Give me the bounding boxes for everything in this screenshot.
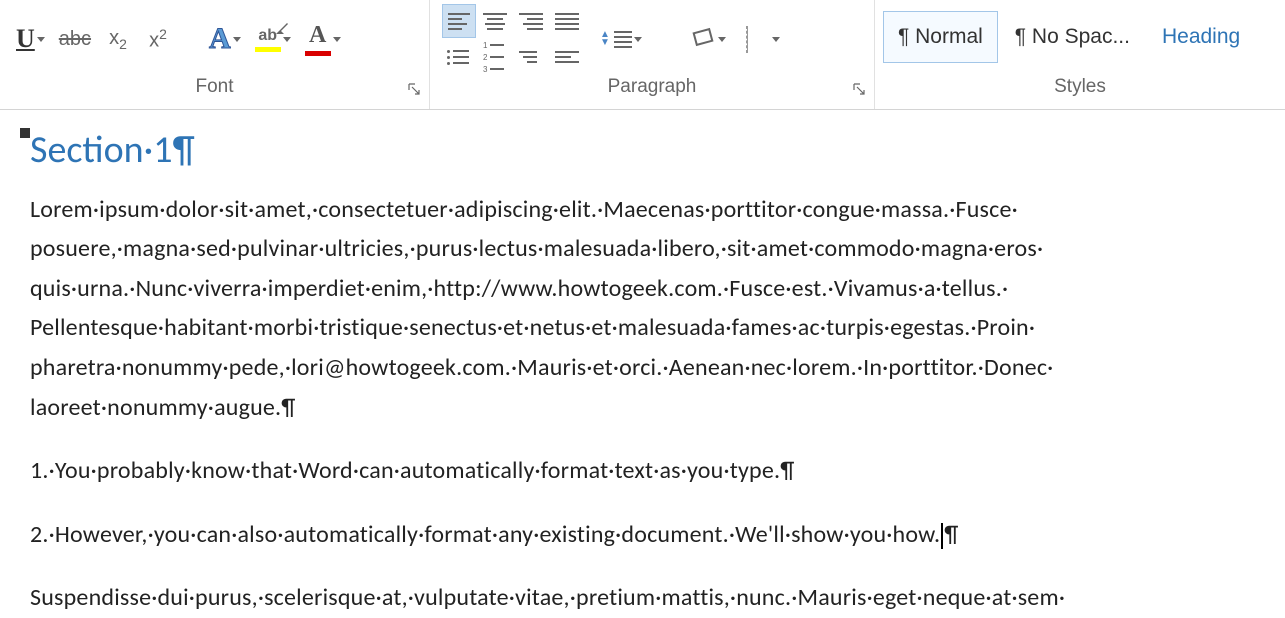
font-color-icon: A: [305, 22, 331, 56]
text-effects-icon: A: [209, 22, 231, 56]
chevron-down-icon: [333, 37, 341, 42]
style-normal[interactable]: ¶ Normal: [883, 11, 998, 63]
align-justify-button[interactable]: [550, 4, 584, 38]
underline-icon: U: [16, 24, 35, 54]
subscript-button[interactable]: x2: [101, 22, 135, 56]
group-label-font: Font: [0, 72, 429, 106]
chevron-down-icon: [634, 37, 642, 42]
paragraph-body-1[interactable]: Lorem·ipsum·dolor·sit·amet,·consectetuer…: [30, 190, 1275, 428]
chevron-down-icon: [37, 37, 45, 42]
highlight-button[interactable]: ab: [251, 22, 295, 56]
underline-button[interactable]: U: [12, 22, 49, 56]
style-heading-1[interactable]: Heading: [1147, 11, 1255, 63]
strikethrough-icon: abc: [59, 28, 91, 51]
shading-icon: [692, 28, 716, 50]
style-no-spacing[interactable]: ¶ No Spac...: [1000, 11, 1145, 63]
ribbon-group-font: U abc x2 x2 A ab: [0, 0, 430, 109]
font-dialog-launcher[interactable]: [405, 82, 423, 100]
align-left-button[interactable]: [442, 4, 476, 38]
paragraph-body-2[interactable]: Suspendisse·dui·purus,·scelerisque·at,·v…: [30, 578, 1275, 618]
shading-button[interactable]: [688, 22, 730, 56]
ribbon-group-paragraph: 1 2 3 ▲▼: [430, 0, 875, 109]
line-spacing-icon: ▲▼: [600, 31, 632, 48]
align-center-button[interactable]: [478, 4, 512, 38]
document-area[interactable]: Section·1¶ Lorem·ipsum·dolor·sit·amet,·c…: [0, 110, 1285, 618]
bullets-button[interactable]: [442, 40, 476, 74]
group-label-styles: Styles: [875, 72, 1285, 106]
heading-section-1[interactable]: Section·1¶: [30, 128, 1275, 174]
line-spacing-button[interactable]: ▲▼: [596, 22, 646, 56]
paragraph-list-2[interactable]: 2.·However,·you·can·also·automatically·f…: [30, 515, 1275, 555]
decrease-indent-button[interactable]: [550, 40, 584, 74]
highlight-icon: ab: [255, 27, 281, 52]
superscript-button[interactable]: x2: [141, 22, 175, 56]
multilevel-list-button[interactable]: [514, 40, 548, 74]
align-right-button[interactable]: [514, 4, 548, 38]
anchor-icon: [20, 128, 30, 138]
align-grid: 1 2 3: [442, 4, 584, 74]
ribbon: U abc x2 x2 A ab: [0, 0, 1285, 110]
paragraph-dialog-launcher[interactable]: [850, 82, 868, 100]
strikethrough-button[interactable]: abc: [55, 22, 95, 56]
chevron-down-icon: [283, 37, 291, 42]
superscript-icon: x2: [149, 26, 167, 53]
subscript-icon: x2: [109, 27, 127, 52]
group-label-paragraph: Paragraph: [430, 72, 874, 106]
text-cursor: [941, 523, 943, 549]
borders-icon: [746, 27, 770, 51]
chevron-down-icon: [772, 37, 780, 42]
paragraph-list-1[interactable]: 1.·You·probably·know·that·Word·can·autom…: [30, 451, 1275, 491]
text-effects-button[interactable]: A: [205, 22, 245, 56]
chevron-down-icon: [718, 37, 726, 42]
font-color-button[interactable]: A: [301, 22, 345, 56]
ribbon-group-styles: ¶ Normal ¶ No Spac... Heading Styles: [875, 0, 1285, 109]
chevron-down-icon: [233, 37, 241, 42]
numbering-button[interactable]: 1 2 3: [478, 40, 512, 74]
borders-button[interactable]: [742, 22, 784, 56]
